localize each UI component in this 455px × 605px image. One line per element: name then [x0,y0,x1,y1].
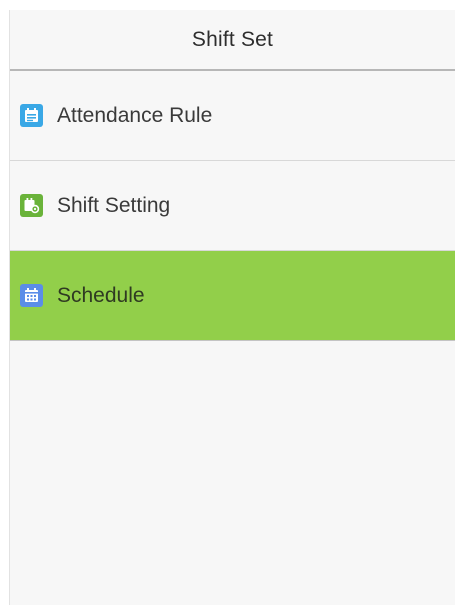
menu-item-label: Shift Setting [57,193,171,217]
header-bar: Shift Set [10,10,455,71]
menu-item-attendance-rule[interactable]: Attendance Rule [10,71,455,161]
shift-set-menu: Attendance Rule Shift Setting Schedule [10,71,455,341]
shift-set-screen: Shift Set Attendance Rule Shift Setting … [9,10,455,605]
calendar-list-icon [20,104,43,127]
menu-item-label: Attendance Rule [57,103,213,127]
page-title: Shift Set [191,27,274,51]
menu-item-shift-setting[interactable]: Shift Setting [10,161,455,251]
menu-item-schedule[interactable]: Schedule [10,251,455,341]
menu-item-label: Schedule [57,283,145,307]
calendar-gear-icon [20,194,43,217]
calendar-grid-icon [20,284,43,307]
